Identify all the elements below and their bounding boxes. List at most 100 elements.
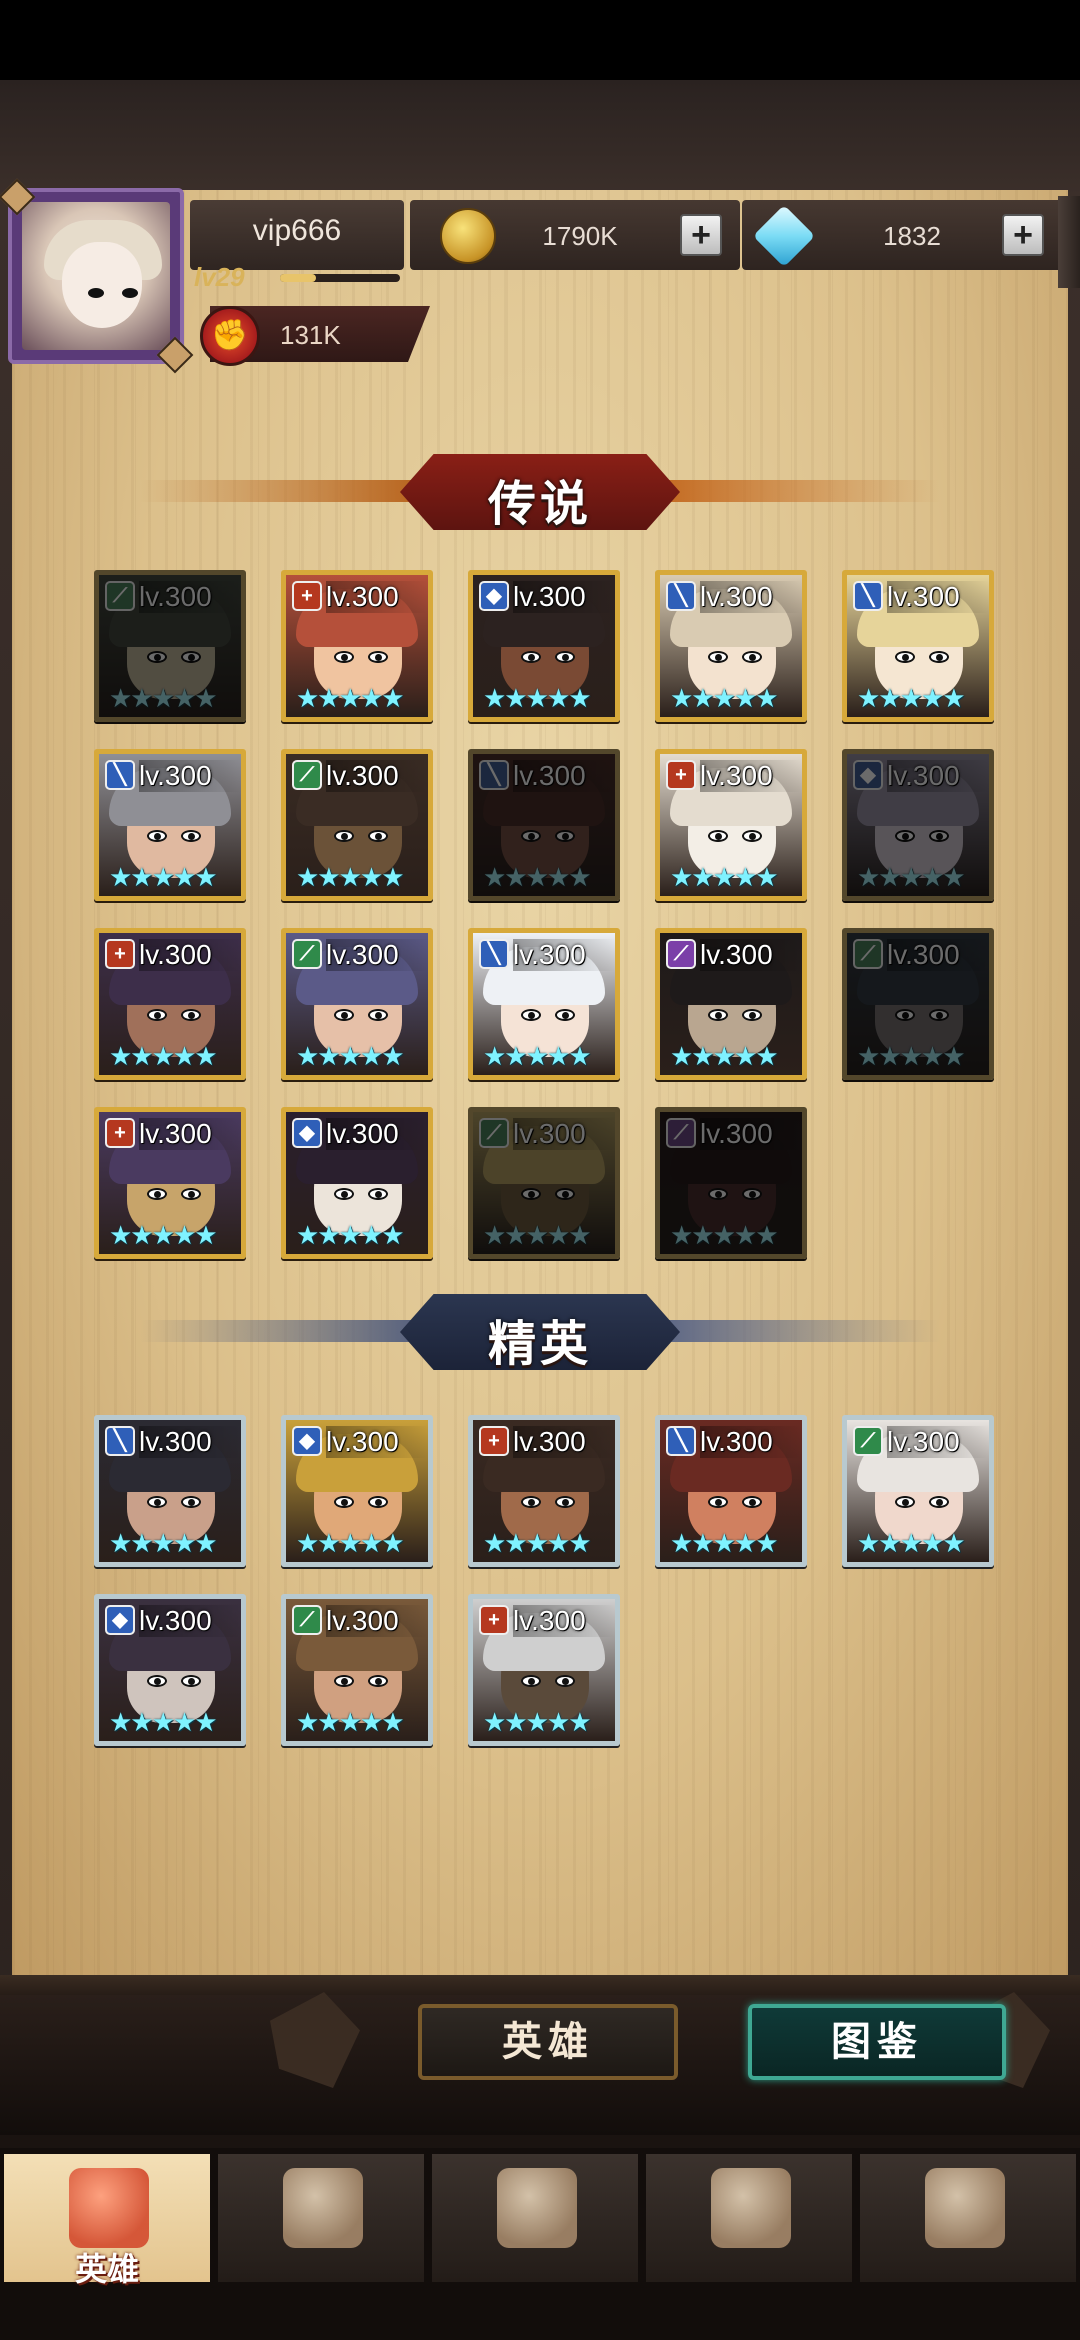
hero-card[interactable]: ◆ lv.300 ★★★★★ [281, 1415, 433, 1567]
hero-card[interactable]: + lv.300 ★★★★★ [281, 570, 433, 722]
hero-star-rating: ★★★★★ [483, 1041, 592, 1071]
header-edge [1058, 196, 1080, 288]
hero-card[interactable]: + lv.300 ★★★★★ [468, 1594, 620, 1746]
ranger-role-icon: ⟋ [292, 760, 322, 790]
support-role-icon: + [105, 1118, 135, 1148]
hero-card[interactable]: ◆ lv.300 ★★★★★ [468, 570, 620, 722]
hero-star-rating: ★★★★★ [296, 1707, 405, 1737]
fist-power-icon: ✊ [200, 306, 260, 366]
hero-card[interactable]: ⟋ lv.300 ★★★★★ [281, 928, 433, 1080]
hero-star-rating: ★★★★★ [109, 1707, 218, 1737]
nav-bottom-bar [0, 2288, 1080, 2340]
nav-castle[interactable] [644, 2152, 854, 2284]
elite-section-title: 精英 [487, 1318, 592, 1371]
nav-expedition[interactable] [216, 2152, 426, 2284]
hero-star-rating: ★★★★★ [857, 1528, 966, 1558]
hero-star-rating: ★★★★★ [483, 1528, 592, 1558]
ranger-role-icon: ⟋ [853, 1426, 883, 1456]
hero-card[interactable]: ⟋ lv.300 ★★★★★ [94, 570, 246, 722]
hero-card[interactable]: ╲ lv.300 ★★★★★ [655, 1415, 807, 1567]
diamond-amount: 1832 [883, 221, 941, 251]
mage-role-icon: ⟋ [666, 1118, 696, 1148]
hero-level: lv.300 [139, 760, 241, 792]
elite-section-banner: 精英 [140, 1290, 940, 1374]
hero-star-rating: ★★★★★ [296, 1528, 405, 1558]
crossed-swords-icon [497, 2168, 577, 2248]
hero-level: lv.300 [700, 581, 802, 613]
hero-card[interactable]: + lv.300 ★★★★★ [94, 928, 246, 1080]
nav-battle[interactable] [430, 2152, 640, 2284]
hero-star-rating: ★★★★★ [483, 862, 592, 892]
hero-level: lv.300 [139, 1426, 241, 1458]
hero-card[interactable]: ◆ lv.300 ★★★★★ [94, 1594, 246, 1746]
warrior-role-icon: ╲ [853, 581, 883, 611]
gold-resource: 1790K + [410, 200, 740, 270]
hero-level: lv.300 [700, 760, 802, 792]
hero-star-rating: ★★★★★ [857, 862, 966, 892]
hero-level: lv.300 [139, 581, 241, 613]
heroes-tab-button[interactable]: 英雄 [418, 2004, 678, 2080]
castle-tower-icon [711, 2168, 791, 2248]
hero-star-rating: ★★★★★ [483, 1220, 592, 1250]
hero-card[interactable]: ⟋ lv.300 ★★★★★ [281, 749, 433, 901]
hero-level: lv.300 [513, 939, 615, 971]
ranger-role-icon: ⟋ [105, 581, 135, 611]
hero-level: lv.300 [326, 1118, 428, 1150]
player-avatar[interactable] [0, 178, 194, 374]
player-level: lv29 [194, 262, 245, 292]
hero-card[interactable]: + lv.300 ★★★★★ [94, 1107, 246, 1259]
hero-star-rating: ★★★★★ [109, 1041, 218, 1071]
support-role-icon: + [479, 1605, 509, 1635]
hero-card[interactable]: ⟋ lv.300 ★★★★★ [842, 928, 994, 1080]
warrior-role-icon: ╲ [105, 1426, 135, 1456]
tank-role-icon: ◆ [105, 1605, 135, 1635]
ranger-role-icon: ⟋ [479, 1118, 509, 1148]
coin-icon [440, 208, 496, 264]
hero-card[interactable]: ╲ lv.300 ★★★★★ [468, 928, 620, 1080]
add-gold-button[interactable]: + [680, 214, 722, 256]
xp-bar-fill [280, 274, 316, 282]
hero-card[interactable]: ╲ lv.300 ★★★★★ [842, 570, 994, 722]
nav-guild[interactable] [858, 2152, 1078, 2284]
hero-card[interactable]: + lv.300 ★★★★★ [655, 749, 807, 901]
hero-level: lv.300 [513, 1426, 615, 1458]
tank-role-icon: ◆ [853, 760, 883, 790]
hero-card[interactable]: ⟋ lv.300 ★★★★★ [468, 1107, 620, 1259]
avatar-portrait [22, 202, 170, 350]
ranger-role-icon: ⟋ [853, 939, 883, 969]
hero-card[interactable]: ⟋ lv.300 ★★★★★ [655, 1107, 807, 1259]
warrior-role-icon: ╲ [666, 1426, 696, 1456]
hero-card[interactable]: ⟋ lv.300 ★★★★★ [655, 928, 807, 1080]
hero-card[interactable]: ◆ lv.300 ★★★★★ [281, 1107, 433, 1259]
hero-level: lv.300 [887, 581, 989, 613]
hero-star-rating: ★★★★★ [109, 862, 218, 892]
hero-card[interactable]: ╲ lv.300 ★★★★★ [94, 1415, 246, 1567]
hero-star-rating: ★★★★★ [109, 1528, 218, 1558]
hero-card[interactable]: ╲ lv.300 ★★★★★ [94, 749, 246, 901]
warrior-role-icon: ╲ [105, 760, 135, 790]
hero-level: lv.300 [513, 581, 615, 613]
hero-star-rating: ★★★★★ [670, 1528, 779, 1558]
hero-level: lv.300 [700, 1118, 802, 1150]
helmet-icon [69, 2168, 149, 2248]
hero-card[interactable]: + lv.300 ★★★★★ [468, 1415, 620, 1567]
hero-card[interactable]: ╲ lv.300 ★★★★★ [468, 749, 620, 901]
diamond-resource: 1832 + [742, 200, 1062, 270]
hero-card[interactable]: ⟋ lv.300 ★★★★★ [281, 1594, 433, 1746]
nav-heroes[interactable]: 英雄 [2, 2152, 212, 2287]
nav-heroes-label: 英雄 [74, 2251, 139, 2287]
status-bar-area [0, 0, 1080, 80]
add-diamond-button[interactable]: + [1002, 214, 1044, 256]
hero-star-rating: ★★★★★ [670, 862, 779, 892]
hero-level: lv.300 [326, 939, 428, 971]
gold-amount: 1790K [542, 221, 618, 251]
codex-tab-button[interactable]: 图鉴 [748, 2004, 1006, 2080]
hero-card[interactable]: ╲ lv.300 ★★★★★ [655, 570, 807, 722]
legend-section-banner: 传说 [140, 450, 940, 534]
hero-card[interactable]: ⟋ lv.300 ★★★★★ [842, 1415, 994, 1567]
hero-card[interactable]: ◆ lv.300 ★★★★★ [842, 749, 994, 901]
hero-level: lv.300 [326, 1426, 428, 1458]
player-name: vip666 [252, 214, 342, 247]
hero-level: lv.300 [513, 1118, 615, 1150]
player-name-box[interactable]: vip666 [190, 200, 404, 270]
